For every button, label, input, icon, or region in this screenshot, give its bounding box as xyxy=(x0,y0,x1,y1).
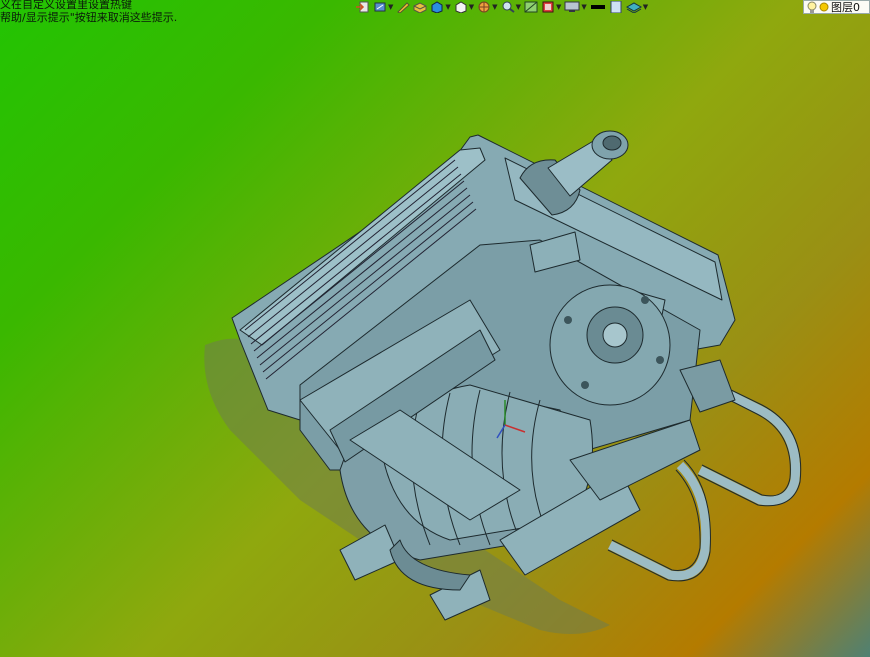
toolbar-item-part[interactable] xyxy=(413,0,427,14)
sketch-pencil-icon xyxy=(397,2,411,13)
toolbar-item-sketch[interactable] xyxy=(396,0,411,14)
toolbar-item-display-style[interactable]: ▼ xyxy=(541,0,561,14)
chevron-down-icon: ▼ xyxy=(555,2,562,11)
layers-stack-icon xyxy=(625,2,642,13)
toolbar-item-zoom-view[interactable]: ▼ xyxy=(501,0,521,14)
toolbar-item-page[interactable] xyxy=(609,0,623,14)
solid-box-icon xyxy=(431,1,443,13)
section-view-icon xyxy=(524,1,538,13)
import-icon xyxy=(356,1,369,13)
graphics-viewport[interactable]: 义在自定义设置里设置热键 帮助/显示提示"按钮来取消这些提示. ▼ ▼ ▼ ▼ … xyxy=(0,0,870,657)
chevron-down-icon: ▼ xyxy=(492,2,498,11)
chevron-down-icon: ▼ xyxy=(388,2,394,11)
toolbar-item-monitor[interactable]: ▼ xyxy=(564,0,587,14)
part-icon xyxy=(413,2,427,13)
chevron-down-icon: ▼ xyxy=(642,2,649,11)
line-color-icon xyxy=(590,5,605,9)
monitor-icon xyxy=(564,1,580,12)
cad-model-view[interactable] xyxy=(0,0,870,657)
toolbar-item-line-color[interactable] xyxy=(590,0,606,14)
layer-dropdown[interactable]: 图层0 xyxy=(803,0,870,14)
page-icon xyxy=(610,1,622,13)
display-style-icon xyxy=(542,1,554,13)
wireframe-box-icon xyxy=(455,1,467,13)
model-body xyxy=(231,130,802,621)
chevron-down-icon: ▼ xyxy=(468,2,475,11)
toolbar-item-render-sphere[interactable]: ▼ xyxy=(477,0,498,14)
zoom-view-icon xyxy=(502,1,515,13)
view-toolbar: ▼ ▼ ▼ ▼ ▼ ▼ ▼ ▼ xyxy=(356,0,648,14)
toolbar-item-solid-box[interactable]: ▼ xyxy=(430,0,451,14)
chevron-down-icon: ▼ xyxy=(581,2,587,11)
view-orientation-icon xyxy=(374,2,386,12)
toolbar-item-view-orientation[interactable]: ▼ xyxy=(373,0,393,14)
toolbar-item-layers[interactable]: ▼ xyxy=(625,0,649,14)
chevron-down-icon: ▼ xyxy=(515,2,521,11)
sun-icon xyxy=(819,2,829,12)
render-sphere-icon xyxy=(478,1,490,13)
toolbar-item-wireframe-box[interactable]: ▼ xyxy=(454,0,474,14)
toolbar-item-section-view[interactable] xyxy=(524,0,538,14)
chevron-down-icon: ▼ xyxy=(445,2,451,11)
toolbar-item-import[interactable] xyxy=(356,0,370,14)
layer-name: 图层0 xyxy=(831,1,860,14)
lightbulb-icon xyxy=(807,1,817,13)
